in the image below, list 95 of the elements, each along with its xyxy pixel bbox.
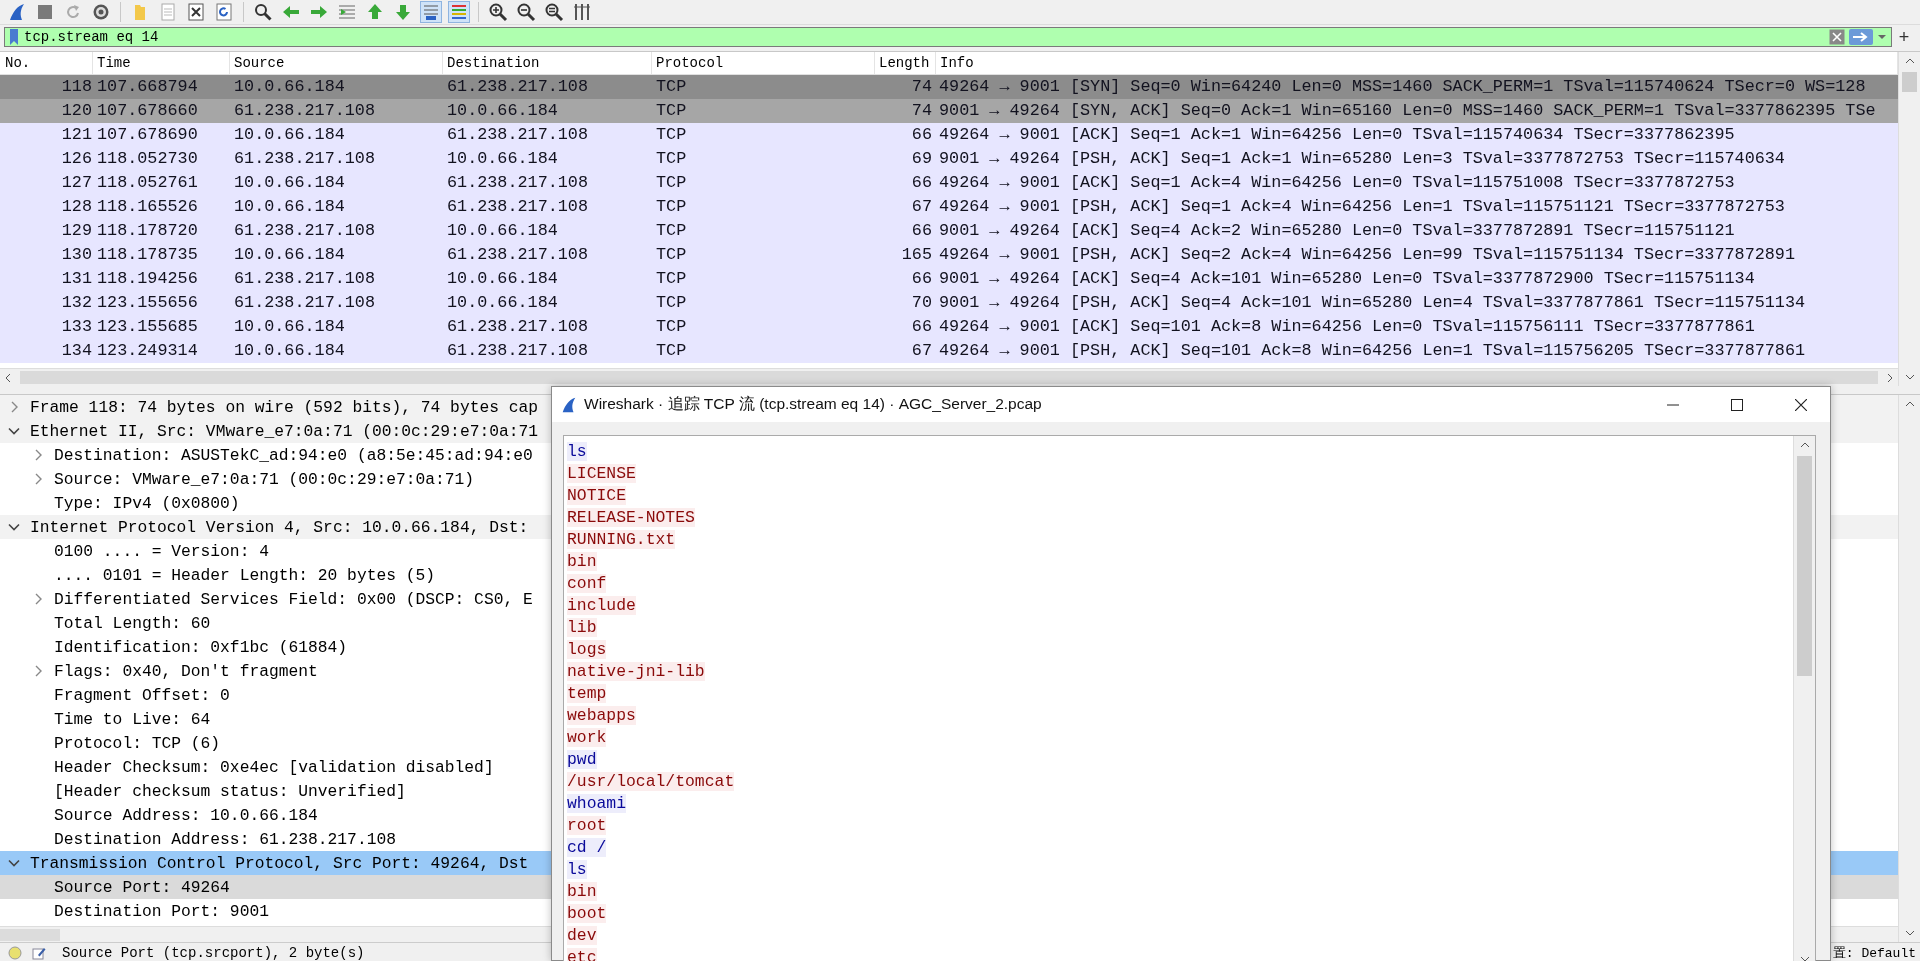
table-cell: 49264 → 9001 [ACK] Seq=1 Ack=4 Win=64256 Len=0 TSval=115751008 TSecr=3377872753 xyxy=(939,173,1735,193)
table-cell: 130 xyxy=(61,245,92,265)
tree-item-label: Ethernet II, Src: VMware_e7:0a:71 (00:0c:29:e7:0a:71 xyxy=(30,421,539,441)
table-cell: 127 xyxy=(61,173,92,193)
table-cell: 10.0.66.184 xyxy=(447,269,558,289)
table-cell: 61.238.217.108 xyxy=(447,197,588,217)
table-cell: 67 xyxy=(911,341,932,361)
table-cell: 66 xyxy=(911,125,932,145)
table-cell: 61.238.217.108 xyxy=(447,77,588,97)
table-cell: TCP xyxy=(656,197,687,217)
table-cell: 126 xyxy=(61,149,92,169)
table-cell: 61.238.217.108 xyxy=(447,125,588,145)
table-cell: 10.0.66.184 xyxy=(234,125,345,145)
tree-item-label: Frame 118: 74 bytes on wire (592 bits), 74 bytes cap xyxy=(30,397,539,417)
table-cell: TCP xyxy=(656,245,687,265)
table-cell: 107.678660 xyxy=(97,101,198,121)
table-cell: TCP xyxy=(656,341,687,361)
table-cell: 10.0.66.184 xyxy=(447,221,558,241)
table-cell: 61.238.217.108 xyxy=(234,101,375,121)
status-text: Source Port (tcp.srcport), 2 byte(s) xyxy=(62,944,365,961)
table-cell: 118.178735 xyxy=(97,245,198,265)
table-cell: 131 xyxy=(61,269,92,289)
table-cell: 49264 → 9001 [SYN] Seq=0 Win=64240 Len=0 MSS=1460 SACK_PERM=1 TSval=115740624 TSecr=0 WS=128 xyxy=(939,77,1866,97)
tree-item-label: Transmission Control Protocol, Src Port: 49264, Dst xyxy=(30,853,529,873)
table-cell: 129 xyxy=(61,221,92,241)
table-cell: 61.238.217.108 xyxy=(234,293,375,313)
table-cell: 74 xyxy=(911,101,932,121)
table-cell: 10.0.66.184 xyxy=(447,293,558,313)
table-cell: 133 xyxy=(61,317,92,337)
table-cell: 10.0.66.184 xyxy=(234,173,345,193)
table-cell: 49264 → 9001 [ACK] Seq=101 Ack=8 Win=64256 Len=0 TSval=115756111 TSecr=3377877861 xyxy=(939,317,1755,337)
table-cell: 10.0.66.184 xyxy=(447,101,558,121)
table-cell: TCP xyxy=(656,101,687,121)
table-cell: 61.238.217.108 xyxy=(234,149,375,169)
table-cell: 121 xyxy=(61,125,92,145)
table-cell: 10.0.66.184 xyxy=(234,245,345,265)
table-cell: 132 xyxy=(61,293,92,313)
table-cell: 123.249314 xyxy=(97,341,198,361)
table-cell: 118.165526 xyxy=(97,197,198,217)
table-cell: 9001 → 49264 [SYN, ACK] Seq=0 Ack=1 Win=65160 Len=0 MSS=1460 SACK_PERM=1 TSval=3377862395 TSe xyxy=(939,101,1876,121)
table-cell: TCP xyxy=(656,317,687,337)
tree-item-label: Source Port: 49264 xyxy=(54,877,230,897)
table-cell: 61.238.217.108 xyxy=(447,341,588,361)
table-cell: 70 xyxy=(911,293,932,313)
table-cell: 61.238.217.108 xyxy=(234,221,375,241)
table-cell: TCP xyxy=(656,221,687,241)
table-cell: 66 xyxy=(911,221,932,241)
table-cell: 9001 → 49264 [ACK] Seq=4 Ack=101 Win=65280 Len=0 TSval=3377872900 TSecr=115751134 xyxy=(939,269,1755,289)
table-cell: TCP xyxy=(656,77,687,97)
table-cell: TCP xyxy=(656,293,687,313)
window-title: Wireshark · 追踪 TCP 流 (tcp.stream eq 14) · AGC_Server_2.pcap xyxy=(584,394,1042,414)
table-cell: 74 xyxy=(911,77,932,97)
table-cell: 10.0.66.184 xyxy=(234,317,345,337)
table-cell: 49264 → 9001 [PSH, ACK] Seq=1 Ack=4 Win=64256 Len=1 TSval=115751121 TSecr=3377872753 xyxy=(939,197,1785,217)
table-cell: 128 xyxy=(61,197,92,217)
table-cell: 165 xyxy=(901,245,932,265)
table-cell: 118.194256 xyxy=(97,269,198,289)
table-cell: 61.238.217.108 xyxy=(447,245,588,265)
table-cell: 10.0.66.184 xyxy=(234,197,345,217)
table-cell: 69 xyxy=(911,149,932,169)
tree-item-label: Differentiated Services Field: 0x00 (DSCP: CS0, E xyxy=(54,589,533,609)
table-cell: 66 xyxy=(911,317,932,337)
table-cell: 61.238.217.108 xyxy=(234,269,375,289)
table-cell: TCP xyxy=(656,173,687,193)
table-cell: 49264 → 9001 [PSH, ACK] Seq=101 Ack=8 Win=64256 Len=1 TSval=115756205 TSecr=3377877861 xyxy=(939,341,1806,361)
table-cell: 120 xyxy=(61,101,92,121)
table-cell: 9001 → 49264 [ACK] Seq=4 Ack=2 Win=65280 Len=0 TSval=3377872891 TSecr=115751121 xyxy=(939,221,1735,241)
tree-item-label: Source: VMware_e7:0a:71 (00:0c:29:e7:0a:71) xyxy=(54,469,475,489)
table-cell: 10.0.66.184 xyxy=(234,341,345,361)
table-cell: 67 xyxy=(911,197,932,217)
table-cell: 49264 → 9001 [ACK] Seq=1 Ack=1 Win=64256 Len=0 TSval=115740634 TSecr=3377862395 xyxy=(939,125,1735,145)
table-cell: 66 xyxy=(911,173,932,193)
table-cell: 61.238.217.108 xyxy=(447,317,588,337)
table-cell: 123.155656 xyxy=(97,293,198,313)
table-cell: 9001 → 49264 [PSH, ACK] Seq=4 Ack=101 Win=65280 Len=4 TSval=3377877861 TSecr=115751134 xyxy=(939,293,1806,313)
table-cell: 61.238.217.108 xyxy=(447,173,588,193)
table-cell: TCP xyxy=(656,125,687,145)
tree-item-label: Internet Protocol Version 4, Src: 10.0.66.184, Dst: xyxy=(30,517,529,537)
table-cell: 10.0.66.184 xyxy=(447,149,558,169)
table-cell: 118.052730 xyxy=(97,149,198,169)
table-cell: TCP xyxy=(656,269,687,289)
table-cell: 107.668794 xyxy=(97,77,198,97)
table-cell: 107.678690 xyxy=(97,125,198,145)
table-cell: 66 xyxy=(911,269,932,289)
table-cell: 118 xyxy=(61,77,92,97)
tree-item-label: Destination: ASUSTekC_ad:94:e0 (a8:5e:45:ad:94:e0 xyxy=(54,445,533,465)
table-cell: 49264 → 9001 [PSH, ACK] Seq=2 Ack=4 Win=64256 Len=99 TSval=115751134 TSecr=3377872891 xyxy=(939,245,1795,265)
table-cell: 118.052761 xyxy=(97,173,198,193)
table-cell: 10.0.66.184 xyxy=(234,77,345,97)
tree-item-label: Flags: 0x40, Don't fragment xyxy=(54,661,318,681)
table-cell: 118.178720 xyxy=(97,221,198,241)
table-cell: 123.155685 xyxy=(97,317,198,337)
table-cell: 9001 → 49264 [PSH, ACK] Seq=1 Ack=1 Win=65280 Len=3 TSval=3377872753 TSecr=115740634 xyxy=(939,149,1785,169)
table-cell: 134 xyxy=(61,341,92,361)
table-cell: TCP xyxy=(656,149,687,169)
